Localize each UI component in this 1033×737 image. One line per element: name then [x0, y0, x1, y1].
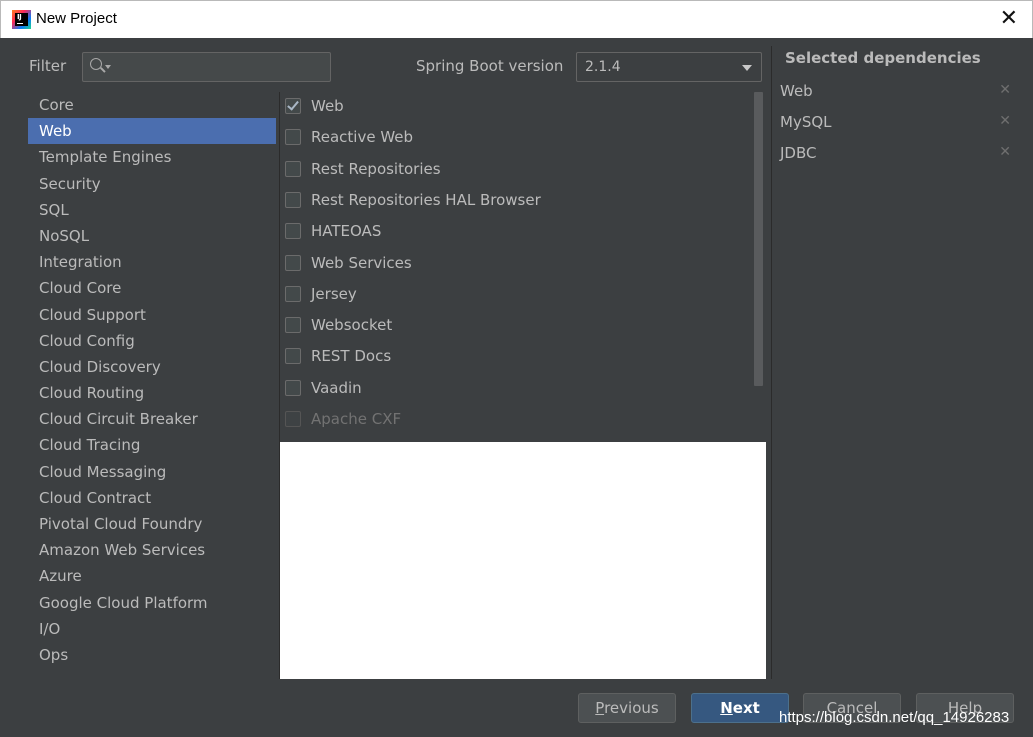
next-button[interactable]: Next [691, 693, 789, 723]
category-item[interactable]: I/O [28, 616, 276, 642]
dependency-item[interactable]: Reactive Web [280, 123, 750, 154]
dependency-checkbox[interactable] [285, 379, 301, 396]
dependency-label: Vaadin [311, 378, 362, 397]
dependency-checkbox[interactable] [285, 129, 301, 146]
category-item[interactable]: Ops [28, 642, 276, 668]
dependency-item[interactable]: HATEOAS [280, 217, 750, 248]
next-label: ext [732, 699, 760, 717]
chevron-down-icon [742, 65, 752, 71]
title-bar: IJ New Project ✕ [0, 0, 1033, 38]
watermark-text: https://blog.csdn.net/qq_14926283 [779, 709, 1010, 726]
dependency-checkbox[interactable] [285, 191, 301, 208]
spring-boot-version-value: 2.1.4 [585, 59, 621, 75]
category-item[interactable]: Core [28, 92, 276, 118]
dependency-item[interactable]: Jersey [280, 280, 750, 311]
dependency-label: REST Docs [311, 347, 392, 366]
category-item[interactable]: Cloud Routing [28, 380, 276, 406]
previous-button[interactable]: Previous [578, 693, 676, 723]
category-item[interactable]: Azure [28, 563, 276, 589]
previous-mnemonic: P [595, 699, 605, 717]
selected-dependency-item: JDBC ✕ [780, 142, 1020, 166]
category-item[interactable]: NoSQL [28, 223, 276, 249]
category-item[interactable]: Security [28, 171, 276, 197]
filter-input[interactable] [115, 57, 325, 77]
panel-divider [771, 46, 772, 679]
category-item[interactable]: Integration [28, 249, 276, 275]
selected-dependency-item: MySQL ✕ [780, 111, 1020, 135]
remove-icon[interactable]: ✕ [999, 82, 1011, 98]
category-item[interactable]: Cloud Tracing [28, 432, 276, 458]
category-item[interactable]: Amazon Web Services [28, 537, 276, 563]
dependencies-panel: Web Reactive Web Rest Repositories Rest Rep… [279, 92, 767, 679]
dependency-item[interactable]: REST Docs [280, 342, 750, 373]
dependency-label: Reactive Web [311, 128, 414, 147]
filter-search-box[interactable] [82, 52, 331, 82]
dependency-item[interactable]: Web [280, 92, 750, 123]
dependency-label: Rest Repositories HAL Browser [311, 190, 541, 209]
dependency-checkbox[interactable] [285, 254, 301, 271]
window-title: New Project [36, 10, 117, 27]
spring-boot-version-select[interactable]: 2.1.4 [576, 52, 762, 82]
dependency-label: Rest Repositories [311, 159, 441, 178]
category-item[interactable]: Cloud Circuit Breaker [28, 406, 276, 432]
dependency-label: Jersey [311, 284, 357, 303]
category-item[interactable]: SQL [28, 197, 276, 223]
dependency-checkbox[interactable] [285, 348, 301, 365]
dependency-list: Web Reactive Web Rest Repositories Rest Rep… [280, 92, 767, 442]
category-item[interactable]: Cloud Config [28, 328, 276, 354]
category-item[interactable]: Cloud Discovery [28, 354, 276, 380]
dependency-checkbox[interactable] [285, 160, 301, 177]
close-icon[interactable]: ✕ [1000, 8, 1018, 30]
category-item[interactable]: Google Cloud Platform [28, 590, 276, 616]
filter-label: Filter [29, 57, 67, 75]
dependency-label: Apache CXF [311, 410, 402, 428]
selected-dependency-label: JDBC [780, 144, 817, 162]
remove-icon[interactable]: ✕ [999, 113, 1011, 129]
intellij-logo-icon: IJ [12, 10, 31, 29]
category-item[interactable]: Cloud Contract [28, 485, 276, 511]
dependency-label: HATEOAS [311, 222, 382, 241]
next-mnemonic: N [720, 699, 733, 717]
dependency-checkbox[interactable] [285, 98, 301, 114]
search-icon[interactable] [90, 58, 102, 70]
category-item[interactable]: Cloud Support [28, 302, 276, 328]
dependency-item[interactable]: Web Services [280, 249, 750, 280]
dependency-item[interactable]: Rest Repositories HAL Browser [280, 186, 750, 217]
category-item[interactable]: Cloud Core [28, 275, 276, 301]
category-list: Core Web Template Engines Security SQL NoSQL I… [28, 92, 276, 668]
category-item[interactable]: Cloud Messaging [28, 459, 276, 485]
dependency-item[interactable]: Websocket [280, 311, 750, 342]
search-history-caret-icon[interactable] [105, 65, 111, 69]
selected-dependency-label: Web [780, 82, 813, 100]
selected-dependencies-title: Selected dependencies [785, 49, 981, 67]
previous-label: revious [604, 699, 659, 717]
dependency-item[interactable]: Vaadin [280, 374, 750, 405]
category-item[interactable]: Template Engines [28, 144, 276, 170]
dependency-label: Web [311, 97, 344, 115]
dependency-label: Web Services [311, 253, 412, 272]
dependency-label: Websocket [311, 316, 393, 335]
selected-dependency-label: MySQL [780, 113, 832, 131]
category-item[interactable]: Pivotal Cloud Foundry [28, 511, 276, 537]
dependency-checkbox[interactable] [285, 317, 301, 334]
dependency-checkbox[interactable] [285, 285, 301, 302]
category-item[interactable]: Web [28, 118, 276, 145]
dependency-checkbox[interactable] [285, 411, 301, 427]
scrollbar-thumb[interactable] [754, 92, 763, 386]
dependency-checkbox[interactable] [285, 223, 301, 240]
remove-icon[interactable]: ✕ [999, 144, 1011, 160]
dependency-item[interactable]: Apache CXF [280, 405, 750, 436]
checkmark-icon [287, 98, 299, 111]
spring-boot-version-label: Spring Boot version [416, 57, 564, 75]
dependency-item[interactable]: Rest Repositories [280, 155, 750, 186]
selected-dependency-item: Web ✕ [780, 80, 1020, 104]
